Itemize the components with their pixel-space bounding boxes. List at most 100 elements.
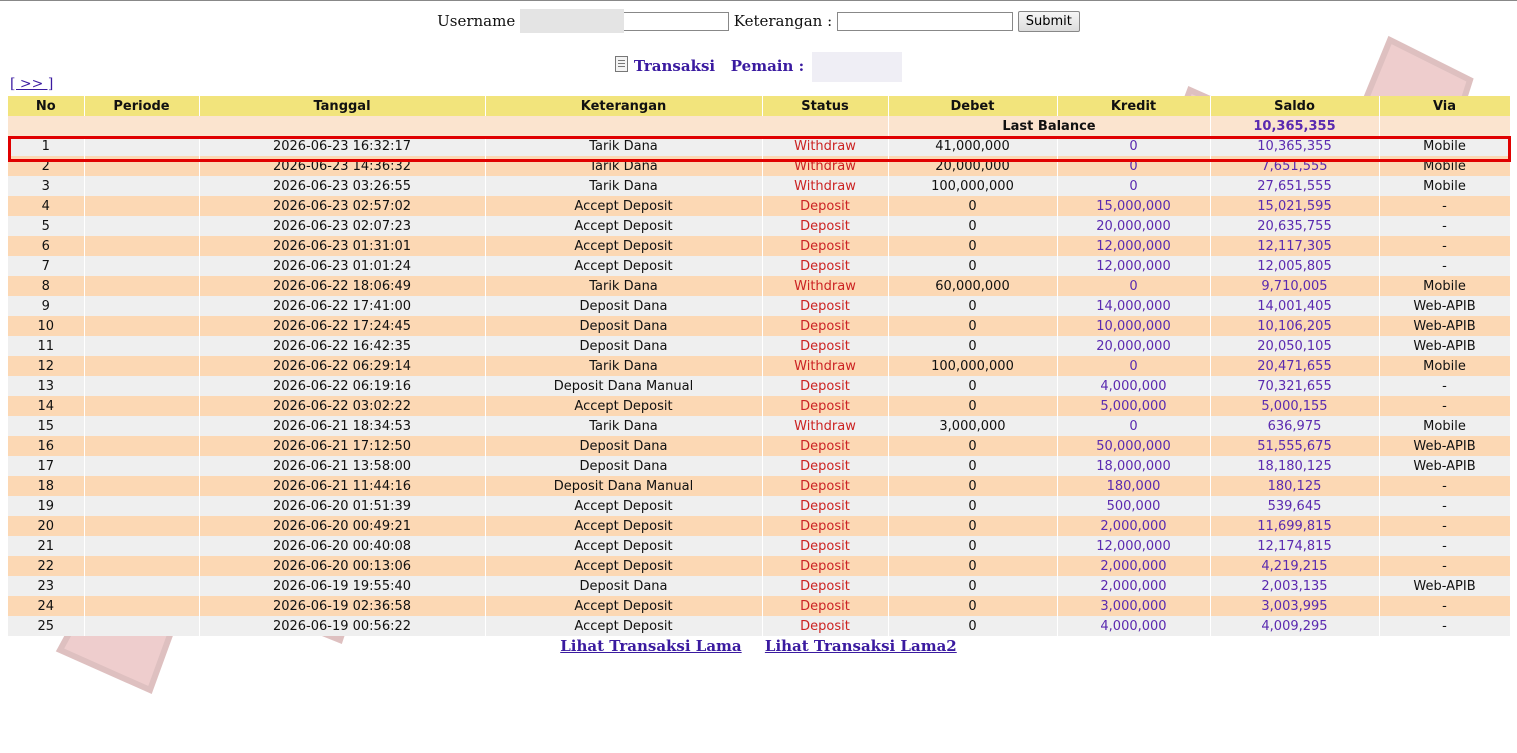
cell-periode <box>84 576 200 596</box>
cell-debet: 0 <box>888 576 1058 596</box>
cell-saldo: 51,555,675 <box>1210 436 1380 456</box>
cell-keterangan: Accept Deposit <box>485 256 763 276</box>
cell-kredit: 2,000,000 <box>1057 556 1211 576</box>
header-debet: Debet <box>888 96 1058 116</box>
cell-via: - <box>1379 256 1511 276</box>
cell-debet: 100,000,000 <box>888 356 1058 376</box>
cell-saldo: 10,365,355 <box>1210 136 1380 156</box>
cell-via: Mobile <box>1379 356 1511 376</box>
cell-periode <box>84 276 200 296</box>
cell-periode <box>84 136 200 156</box>
cell-status: Withdraw <box>762 156 889 176</box>
header-keterangan: Keterangan <box>485 96 763 116</box>
cell-status: Deposit <box>762 496 889 516</box>
cell-kredit: 0 <box>1057 136 1211 156</box>
cell-debet: 100,000,000 <box>888 176 1058 196</box>
cell-debet: 0 <box>888 556 1058 576</box>
cell-tanggal: 2026-06-20 00:40:08 <box>199 536 486 556</box>
cell-status: Deposit <box>762 256 889 276</box>
cell-debet: 0 <box>888 336 1058 356</box>
cell-no: 15 <box>8 416 85 436</box>
cell-periode <box>84 196 200 216</box>
cell-no: 16 <box>8 436 85 456</box>
cell-keterangan: Tarik Dana <box>485 176 763 196</box>
cell-periode <box>84 296 200 316</box>
cell-tanggal: 2026-06-22 06:29:14 <box>199 356 486 376</box>
table-row: 20 2026-06-20 00:49:21 Accept Deposit Depos… <box>8 516 1511 536</box>
table-row: 8 2026-06-22 18:06:49 Tarik Dana Withdraw 60… <box>8 276 1511 296</box>
cell-debet: 0 <box>888 196 1058 216</box>
table-row: 10 2026-06-22 17:24:45 Deposit Dana Deposit… <box>8 316 1511 336</box>
submit-button[interactable]: Submit <box>1017 10 1080 32</box>
cell-kredit: 12,000,000 <box>1057 236 1211 256</box>
cell-tanggal: 2026-06-20 00:13:06 <box>199 556 486 576</box>
old-transactions-link[interactable]: Lihat Transaksi Lama <box>560 637 741 655</box>
cell-status: Deposit <box>762 536 889 556</box>
cell-saldo: 4,219,215 <box>1210 556 1380 576</box>
cell-kredit: 180,000 <box>1057 476 1211 496</box>
keterangan-label: Keterangan : <box>733 12 833 30</box>
cell-keterangan: Accept Deposit <box>485 556 763 576</box>
cell-keterangan: Deposit Dana Manual <box>485 376 763 396</box>
next-page-link[interactable]: [ >> ] <box>10 76 53 92</box>
table-row: 13 2026-06-22 06:19:16 Deposit Dana Manual… <box>8 376 1511 396</box>
cell-debet: 0 <box>888 256 1058 276</box>
cell-saldo: 539,645 <box>1210 496 1380 516</box>
cell-saldo: 11,699,815 <box>1210 516 1380 536</box>
table-row: 22 2026-06-20 00:13:06 Accept Deposit Depos… <box>8 556 1511 576</box>
cell-saldo: 3,003,995 <box>1210 596 1380 616</box>
cell-keterangan: Tarik Dana <box>485 356 763 376</box>
cell-tanggal: 2026-06-22 06:19:16 <box>199 376 486 396</box>
table-row: 12 2026-06-22 06:29:14 Tarik Dana Withdraw 1… <box>8 356 1511 376</box>
table-row: 6 2026-06-23 01:31:01 Accept Deposit Deposi… <box>8 236 1511 256</box>
cell-tanggal: 2026-06-22 18:06:49 <box>199 276 486 296</box>
header-kredit: Kredit <box>1057 96 1211 116</box>
cell-no: 21 <box>8 536 85 556</box>
cell-status: Withdraw <box>762 356 889 376</box>
old-transactions-2-link[interactable]: Lihat Transaksi Lama2 <box>765 637 957 655</box>
cell-status: Deposit <box>762 596 889 616</box>
cell-via: - <box>1379 196 1511 216</box>
cell-keterangan: Tarik Dana <box>485 156 763 176</box>
cell-kredit: 12,000,000 <box>1057 256 1211 276</box>
cell-via: - <box>1379 216 1511 236</box>
cell-status: Deposit <box>762 236 889 256</box>
cell-no: 11 <box>8 336 85 356</box>
cell-no: 13 <box>8 376 85 396</box>
cell-debet: 0 <box>888 616 1058 636</box>
cell-via: Mobile <box>1379 276 1511 296</box>
cell-via: Web-APIB <box>1379 436 1511 456</box>
cell-keterangan: Accept Deposit <box>485 596 763 616</box>
cell-no: 10 <box>8 316 85 336</box>
cell-kredit: 14,000,000 <box>1057 296 1211 316</box>
table-row: 21 2026-06-20 00:40:08 Accept Deposit Depos… <box>8 536 1511 556</box>
cell-periode <box>84 396 200 416</box>
cell-debet: 0 <box>888 436 1058 456</box>
cell-keterangan: Deposit Dana <box>485 456 763 476</box>
cell-keterangan: Tarik Dana <box>485 136 763 156</box>
cell-saldo: 4,009,295 <box>1210 616 1380 636</box>
cell-periode <box>84 216 200 236</box>
keterangan-input[interactable] <box>836 11 1013 31</box>
table-row: 5 2026-06-23 02:07:23 Accept Deposit Deposi… <box>8 216 1511 236</box>
document-icon <box>614 56 628 72</box>
cell-kredit: 3,000,000 <box>1057 596 1211 616</box>
table-row: 23 2026-06-19 19:55:40 Deposit Dana Deposit… <box>8 576 1511 596</box>
cell-tanggal: 2026-06-23 02:57:02 <box>199 196 486 216</box>
header-status: Status <box>762 96 889 116</box>
table-row: 11 2026-06-22 16:42:35 Deposit Dana Deposit… <box>8 336 1511 356</box>
table-row: 24 2026-06-19 02:36:58 Accept Deposit Depos… <box>8 596 1511 616</box>
header-no: No <box>8 96 85 116</box>
cell-status: Deposit <box>762 316 889 336</box>
cell-tanggal: 2026-06-21 13:58:00 <box>199 456 486 476</box>
cell-periode <box>84 256 200 276</box>
table-row: 4 2026-06-23 02:57:02 Accept Deposit Deposi… <box>8 196 1511 216</box>
header-via: Via <box>1379 96 1511 116</box>
cell-tanggal: 2026-06-19 02:36:58 <box>199 596 486 616</box>
cell-tanggal: 2026-06-19 19:55:40 <box>199 576 486 596</box>
table-row: 15 2026-06-21 18:34:53 Tarik Dana Withdraw 3… <box>8 416 1511 436</box>
cell-via: Web-APIB <box>1379 576 1511 596</box>
cell-no: 2 <box>8 156 85 176</box>
cell-debet: 0 <box>888 476 1058 496</box>
cell-status: Deposit <box>762 576 889 596</box>
